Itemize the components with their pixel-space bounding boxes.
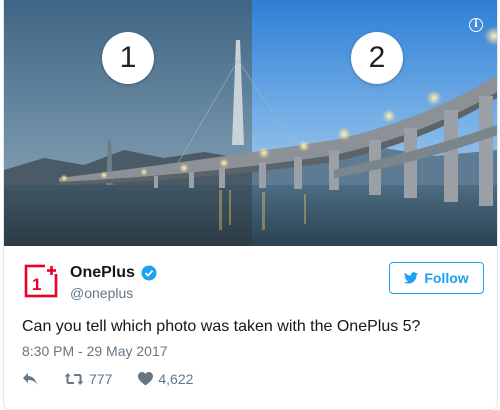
tweet-actions: 777 4,622	[22, 370, 193, 388]
bridge-comparison-image	[4, 0, 497, 246]
embedded-tweet-card: 1 2 i 1 OnePlus @oneplus Follow Can you …	[3, 0, 498, 410]
author-handle[interactable]: @oneplus	[70, 285, 133, 301]
twitter-bird-icon	[404, 272, 419, 284]
info-icon[interactable]: i	[469, 18, 483, 32]
heart-icon	[138, 372, 154, 386]
tweet-media-photo[interactable]: 1 2 i	[4, 0, 497, 246]
reply-icon	[23, 373, 37, 385]
retweet-button[interactable]: 777	[64, 371, 112, 387]
photo-label-1: 1	[102, 32, 154, 84]
like-button[interactable]: 4,622	[138, 371, 193, 387]
tweet-timestamp[interactable]: 8:30 PM - 29 May 2017	[22, 343, 168, 359]
svg-text:1: 1	[32, 275, 41, 294]
like-count: 4,622	[158, 371, 194, 387]
retweet-icon	[64, 373, 84, 385]
reply-button[interactable]	[22, 372, 38, 386]
photo-label-2: 2	[351, 32, 403, 84]
verified-badge-icon	[141, 265, 157, 281]
retweet-count: 777	[89, 371, 113, 387]
author-name[interactable]: OnePlus	[70, 264, 135, 282]
follow-button[interactable]: Follow	[389, 262, 484, 294]
tweet-text: Can you tell which photo was taken with …	[22, 318, 421, 335]
follow-label: Follow	[424, 270, 469, 286]
oneplus-logo-avatar[interactable]: 1	[22, 262, 60, 300]
